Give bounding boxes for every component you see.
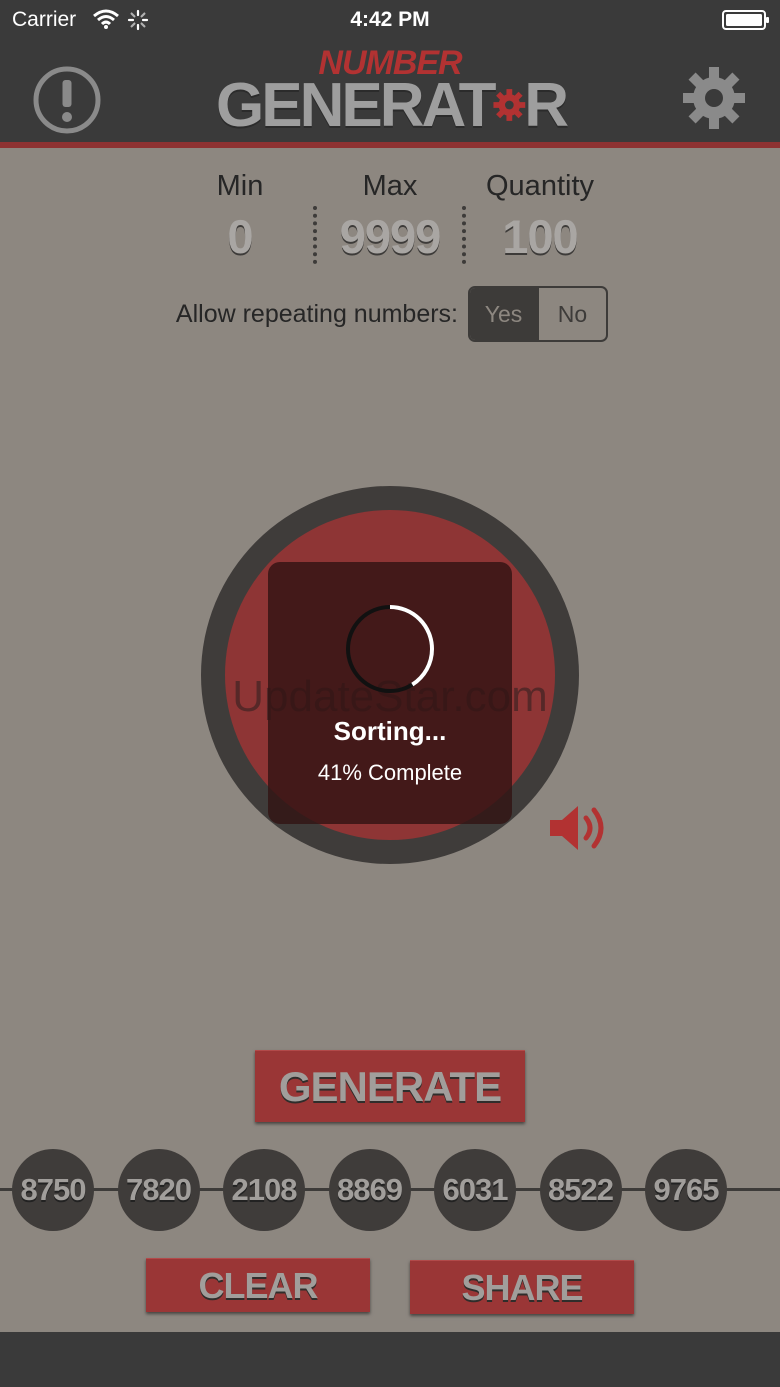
max-value[interactable]: 9999 bbox=[330, 209, 450, 264]
repeat-yes-segment[interactable]: Yes bbox=[470, 288, 537, 340]
repeat-no-segment[interactable]: No bbox=[537, 288, 606, 340]
result-number: 9765 bbox=[645, 1149, 727, 1231]
result-number: 7820 bbox=[117, 1149, 200, 1231]
share-button[interactable]: SHARE bbox=[410, 1260, 634, 1314]
result-number: 8522 bbox=[539, 1149, 622, 1231]
settings-gear-icon[interactable] bbox=[682, 66, 746, 130]
logo-text-left: GENERAT bbox=[216, 70, 497, 140]
bottom-bar bbox=[0, 1332, 780, 1387]
max-setting[interactable]: Max 9999 bbox=[330, 170, 450, 264]
clock: 4:42 PM bbox=[350, 8, 430, 31]
divider bbox=[462, 206, 466, 264]
divider bbox=[313, 206, 317, 264]
results-strip: 8750 7820 2108 8869 6031 8522 9765 bbox=[12, 1149, 780, 1231]
header-stripe bbox=[0, 142, 780, 148]
max-label: Max bbox=[362, 170, 418, 202]
status-bar: Carrier 4:42 PM bbox=[0, 0, 780, 40]
hud-progress-text: 41% Complete bbox=[317, 760, 463, 785]
logo-text-right: R bbox=[524, 70, 569, 140]
result-number: 2108 bbox=[223, 1149, 305, 1231]
generate-button[interactable]: GENERATE bbox=[255, 1050, 525, 1122]
min-value[interactable]: 0 bbox=[190, 209, 290, 264]
min-setting[interactable]: Min 0 bbox=[190, 170, 290, 264]
quantity-value[interactable]: 100 bbox=[470, 209, 610, 264]
progress-ring-icon bbox=[346, 605, 434, 693]
battery-icon bbox=[722, 10, 769, 30]
min-label: Min bbox=[216, 170, 264, 202]
speaker-icon[interactable] bbox=[548, 800, 612, 856]
allow-repeat-label: Allow repeating numbers: bbox=[175, 300, 458, 328]
allow-repeat-toggle[interactable]: Yes No bbox=[468, 286, 608, 342]
hud-title: Sorting... bbox=[333, 716, 447, 746]
result-number: 8869 bbox=[328, 1149, 411, 1231]
result-number: 6031 bbox=[434, 1149, 516, 1231]
logo-gear-icon bbox=[492, 89, 525, 121]
clear-button[interactable]: CLEAR bbox=[146, 1258, 370, 1312]
quantity-label: Quantity bbox=[486, 170, 594, 202]
info-alert-icon[interactable] bbox=[33, 66, 101, 134]
quantity-setting[interactable]: Quantity 100 bbox=[470, 170, 610, 264]
result-number: 8750 bbox=[12, 1149, 94, 1231]
logo-generator: GENERAT R bbox=[216, 71, 569, 140]
